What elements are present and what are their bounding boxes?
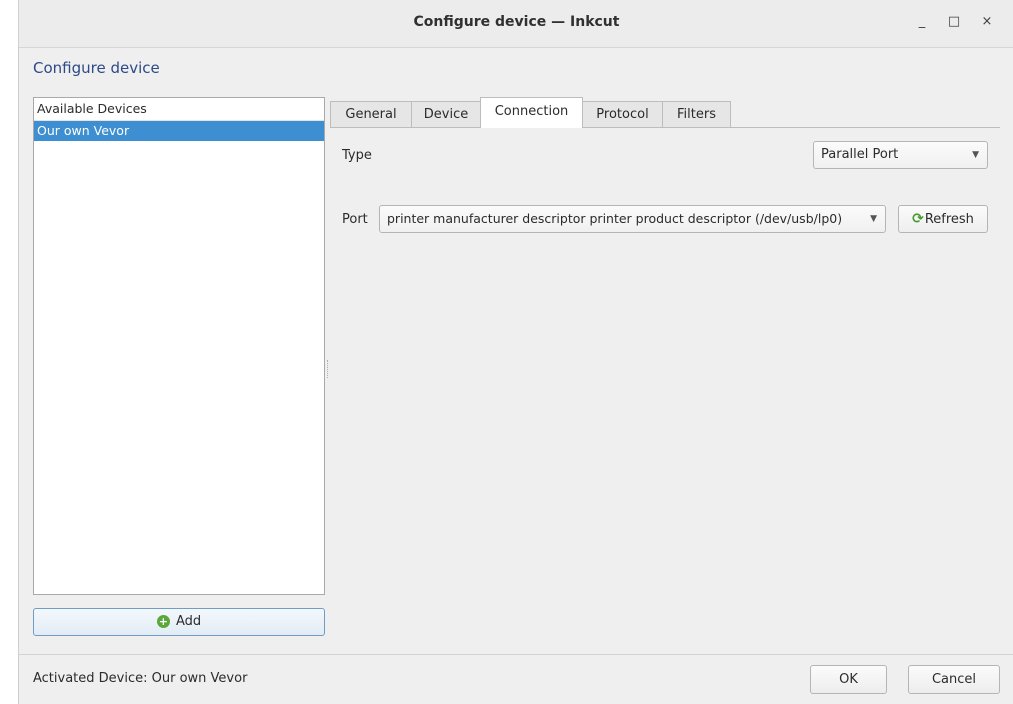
maximize-button[interactable]: □ — [943, 14, 965, 34]
tab-divider — [330, 127, 1000, 128]
tab-filters[interactable]: Filters — [662, 101, 731, 127]
port-label: Port — [342, 212, 368, 227]
type-select-value: Parallel Port — [821, 147, 899, 162]
tab-general[interactable]: General — [330, 101, 412, 127]
available-devices-list[interactable]: Available Devices Our own Vevor — [33, 97, 325, 595]
port-select[interactable]: printer manufacturer descriptor printer … — [379, 205, 886, 233]
port-select-value: printer manufacturer descriptor printer … — [387, 211, 843, 226]
tab-connection[interactable]: Connection — [480, 97, 583, 128]
refresh-button-label: Refresh — [924, 212, 974, 227]
plus-circle-icon: + — [156, 615, 170, 628]
activated-device-status: Activated Device: Our own Vevor — [33, 671, 248, 686]
close-button[interactable]: × — [976, 14, 998, 34]
type-select[interactable]: Parallel Port ▼ — [813, 141, 988, 169]
device-item[interactable]: Our own Vevor — [34, 121, 324, 141]
type-label: Type — [342, 148, 372, 163]
minimize-button[interactable]: _ — [911, 14, 933, 34]
cancel-button[interactable]: Cancel — [908, 665, 1000, 694]
window-title: Configure device — Inkcut — [413, 14, 620, 30]
chevron-down-icon: ▼ — [870, 214, 877, 224]
tab-device[interactable]: Device — [411, 101, 481, 127]
title-bar: Configure device — Inkcut _ □ × — [19, 0, 1013, 48]
page-title: Configure device — [33, 59, 160, 77]
refresh-icon: ⟳ — [912, 211, 924, 227]
configure-device-window: Configure device — Inkcut _ □ × Configur… — [18, 0, 1013, 704]
refresh-button[interactable]: ⟳Refresh — [898, 205, 988, 233]
chevron-down-icon: ▼ — [972, 150, 979, 160]
devices-list-header: Available Devices — [34, 98, 324, 121]
status-bar: Activated Device: Our own Vevor OK Cance… — [19, 654, 1013, 704]
add-device-button[interactable]: + Add — [33, 608, 325, 636]
tab-protocol[interactable]: Protocol — [582, 101, 663, 127]
ok-button[interactable]: OK — [810, 665, 887, 694]
add-button-label: Add — [175, 614, 202, 629]
splitter-handle[interactable] — [327, 360, 330, 378]
